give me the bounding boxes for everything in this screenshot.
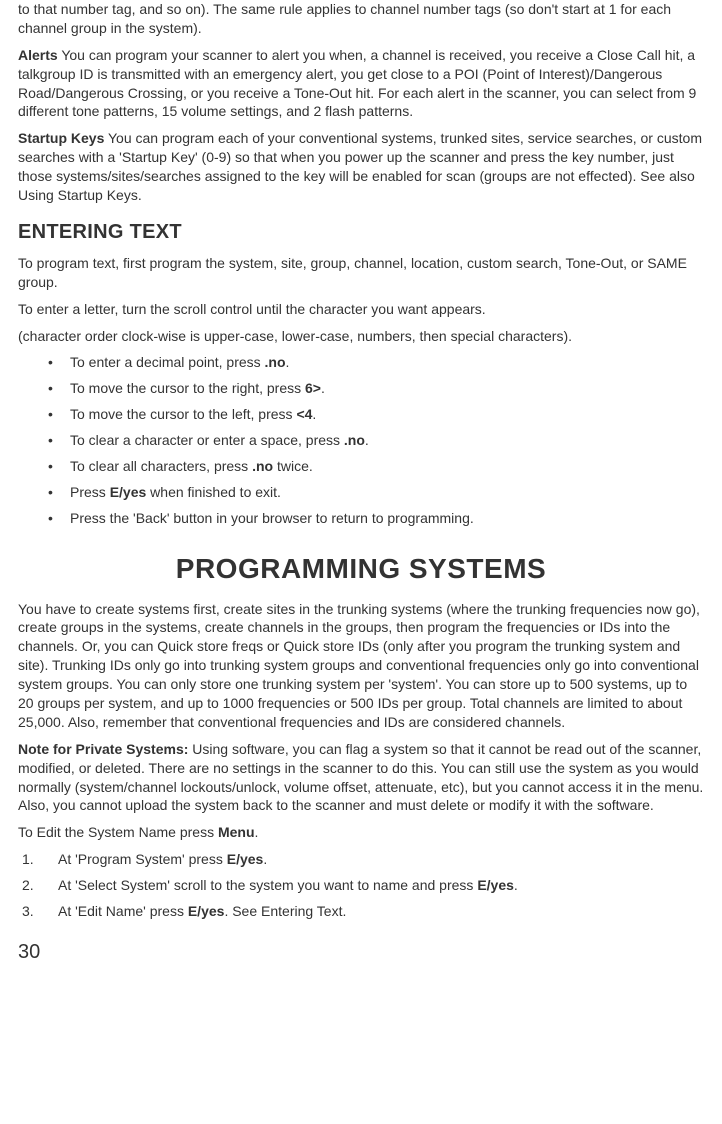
body-paragraph: To enter a letter, turn the scroll contr… (18, 300, 704, 319)
page-number: 30 (18, 939, 704, 966)
list-text: At 'Edit Name' press (58, 903, 188, 919)
list-item: At 'Edit Name' press E/yes. See Entering… (22, 902, 704, 921)
list-text: To clear all characters, press (70, 458, 252, 474)
list-text: Press (70, 484, 110, 500)
list-text: . (312, 406, 316, 422)
list-text: . (263, 851, 267, 867)
key-label: 6> (305, 380, 321, 396)
list-text: At 'Program System' press (58, 851, 227, 867)
list-text: . (321, 380, 325, 396)
list-item: At 'Program System' press E/yes. (22, 850, 704, 869)
list-item: To move the cursor to the right, press 6… (48, 379, 704, 398)
body-text: . (255, 824, 259, 840)
inline-label: Note for Private Systems: (18, 741, 188, 757)
key-label: E/yes (188, 903, 225, 919)
body-paragraph-startup-keys: Startup Keys You can program each of you… (18, 129, 704, 205)
key-label: .no (252, 458, 273, 474)
body-paragraph: To Edit the System Name press Menu. (18, 823, 704, 842)
key-label: E/yes (477, 877, 514, 893)
list-item: At 'Select System' scroll to the system … (22, 876, 704, 895)
bullet-list: To enter a decimal point, press .no. To … (48, 353, 704, 527)
body-paragraph-alerts: Alerts You can program your scanner to a… (18, 46, 704, 122)
key-label: .no (265, 354, 286, 370)
list-text: when finished to exit. (146, 484, 281, 500)
list-text: twice. (273, 458, 313, 474)
inline-label: Startup Keys (18, 130, 104, 146)
list-text: At 'Select System' scroll to the system … (58, 877, 477, 893)
key-label: <4 (296, 406, 312, 422)
list-text: . See Entering Text. (224, 903, 346, 919)
list-item: To enter a decimal point, press .no. (48, 353, 704, 372)
list-item: To clear a character or enter a space, p… (48, 431, 704, 450)
body-text: You can program each of your conventiona… (18, 130, 702, 203)
list-text: . (286, 354, 290, 370)
body-paragraph: (character order clock-wise is upper-cas… (18, 327, 704, 346)
heading-programming-systems: PROGRAMMING SYSTEMS (18, 550, 704, 588)
list-text: To clear a character or enter a space, p… (70, 432, 344, 448)
body-paragraph-private-systems: Note for Private Systems: Using software… (18, 740, 704, 816)
list-text: To enter a decimal point, press (70, 354, 265, 370)
list-item: Press E/yes when finished to exit. (48, 483, 704, 502)
list-text: To move the cursor to the left, press (70, 406, 296, 422)
body-paragraph: To program text, first program the syste… (18, 254, 704, 292)
list-item: Press the 'Back' button in your browser … (48, 509, 704, 528)
list-text: . (514, 877, 518, 893)
key-label: Menu (218, 824, 255, 840)
key-label: E/yes (227, 851, 264, 867)
list-item: To move the cursor to the left, press <4… (48, 405, 704, 424)
body-text: You can program your scanner to alert yo… (18, 47, 696, 120)
key-label: .no (344, 432, 365, 448)
inline-label: Alerts (18, 47, 58, 63)
key-label: E/yes (110, 484, 147, 500)
body-text: To Edit the System Name press (18, 824, 218, 840)
numbered-list: At 'Program System' press E/yes. At 'Sel… (22, 850, 704, 921)
list-item: To clear all characters, press .no twice… (48, 457, 704, 476)
list-text: . (365, 432, 369, 448)
list-text: To move the cursor to the right, press (70, 380, 305, 396)
body-paragraph: to that number tag, and so on). The same… (18, 0, 704, 38)
body-paragraph: You have to create systems first, create… (18, 600, 704, 732)
list-text: Press the 'Back' button in your browser … (70, 510, 474, 526)
heading-entering-text: ENTERING TEXT (18, 219, 704, 246)
